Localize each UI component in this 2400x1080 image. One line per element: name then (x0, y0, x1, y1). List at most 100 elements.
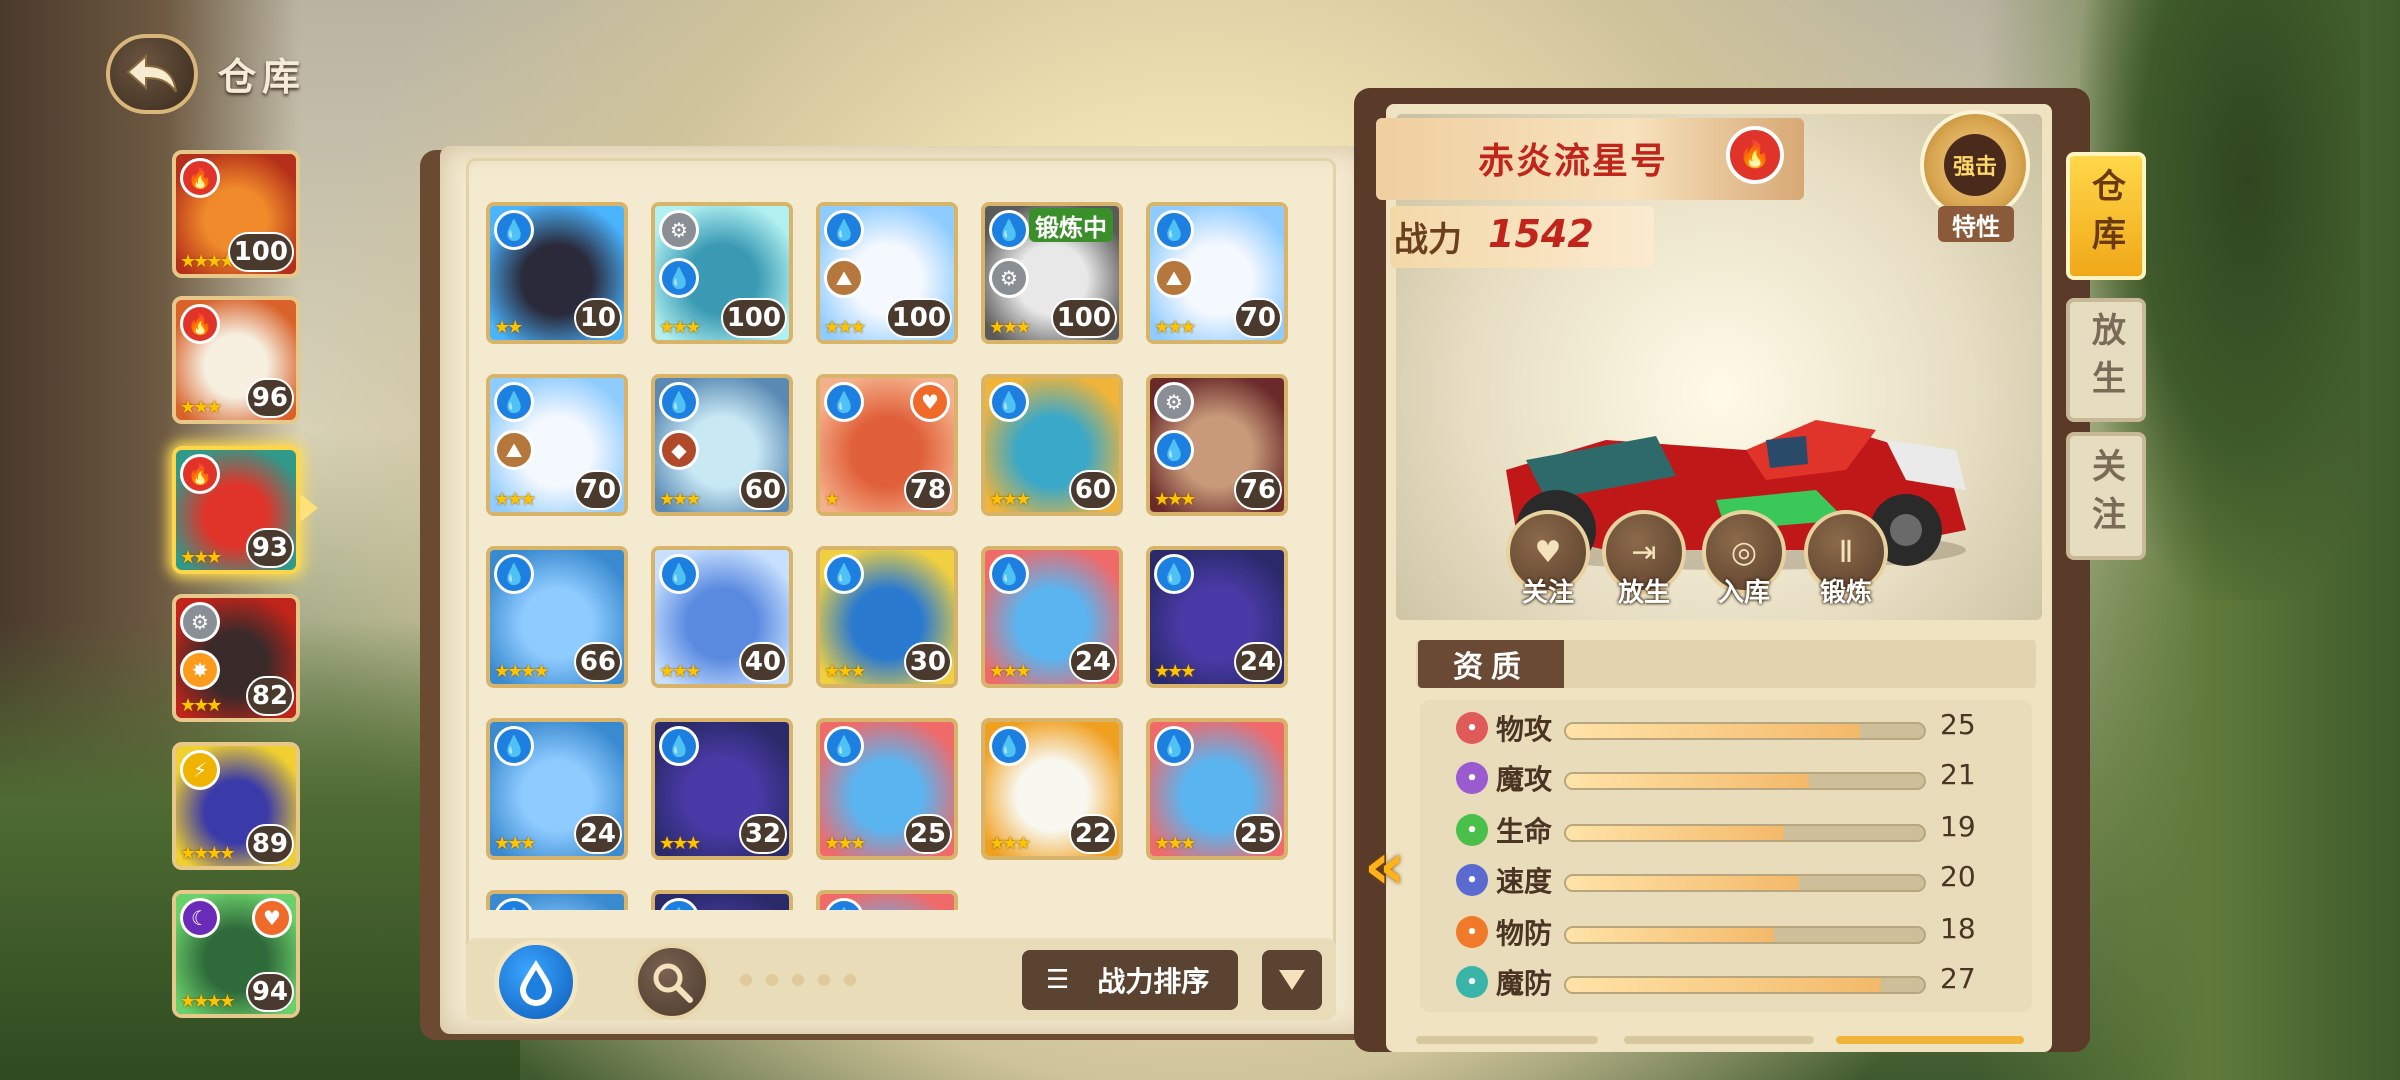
sort-button[interactable]: ☰ 战力排序 (1022, 950, 1238, 1010)
team-slot[interactable]: 🔥 ★★★ 93 (172, 446, 300, 574)
star-rating: ★★★ (1154, 661, 1196, 682)
storage-pet-card[interactable]: 💧 ★★ 10 (486, 202, 628, 344)
storage-pet-card[interactable]: 💧 (816, 890, 958, 910)
back-button[interactable] (106, 34, 198, 114)
sort-label: 战力排序 (1097, 965, 1210, 998)
water-element-icon: 💧 (824, 554, 864, 594)
level-badge: 66 (573, 642, 622, 682)
rock-element-icon: ◆ (659, 430, 699, 470)
search-button[interactable] (634, 944, 710, 1020)
storage-pet-card[interactable]: 💧 ◆ ★★★ 60 (651, 374, 793, 516)
fire-element-icon: 🔥 (1726, 126, 1784, 184)
storage-pet-card[interactable]: 💧 ⛰ ★★★ 70 (1146, 202, 1288, 344)
action-label: 关注 (1521, 578, 1574, 608)
water-element-icon: 💧 (1154, 210, 1194, 250)
water-element-icon: 💧 (1154, 430, 1194, 470)
star-rating: ★★★★ (180, 991, 236, 1012)
stat-name: 速度 (1496, 865, 1553, 898)
stat-bar-fill (1566, 774, 1810, 788)
level-badge: 30 (903, 642, 952, 682)
level-badge: 100 (227, 232, 294, 272)
level-badge: 24 (1068, 642, 1117, 682)
page-indicator (1624, 1036, 1814, 1044)
side-tab-0[interactable]: 仓库 (2066, 152, 2146, 280)
water-element-icon: 💧 (659, 382, 699, 422)
stat-bar-fill (1566, 826, 1785, 840)
sort-dropdown-button[interactable] (1262, 950, 1322, 1010)
storage-pet-card[interactable]: 💧 ★★★ 24 (981, 546, 1123, 688)
trait-badge[interactable]: 强击 (1920, 110, 2030, 220)
steel-element-icon: ⚙ (180, 602, 220, 642)
level-badge: 82 (245, 676, 294, 716)
side-tab-1[interactable]: 放生 (2066, 298, 2146, 422)
star-rating: ★★★ (180, 397, 222, 418)
stat-row-5: • 魔防 27 (1456, 962, 2016, 1002)
stat-bar (1564, 772, 1926, 790)
team-slot[interactable]: ☾ ♥ ★★★★ 94 (172, 890, 300, 1018)
stat-bar (1564, 722, 1926, 740)
heart-element-icon: ♥ (252, 898, 292, 938)
team-slot[interactable]: 🔥 ★★★★ 100 (172, 150, 300, 278)
storage-pet-card[interactable]: 💧 ⛰ ★★★ 100 (816, 202, 958, 344)
storage-pet-card[interactable]: 💧 ⛰ ★★★ 70 (486, 374, 628, 516)
stat-value: 21 (1940, 758, 1976, 791)
decorative-dots (740, 974, 1000, 986)
fire-element-icon: 🔥 (180, 304, 220, 344)
water-drop-icon (520, 960, 552, 1006)
star-rating: ★★★★ (494, 661, 550, 682)
storage-pet-card[interactable]: 💧 ★★★ 60 (981, 374, 1123, 516)
stat-bar-fill (1566, 876, 1799, 890)
heart-element-icon: ♥ (910, 382, 950, 422)
magic-icon: • (1456, 762, 1488, 794)
team-slot[interactable]: ⚡ ★★★★ 89 (172, 742, 300, 870)
side-tab-2[interactable]: 关注 (2066, 432, 2146, 560)
stat-row-0: • 物攻 25 (1456, 708, 2016, 748)
level-badge: 100 (885, 298, 952, 338)
storage-pet-card[interactable]: 💧 ⚙ 锻炼中 ★★★ 100 (981, 202, 1123, 344)
storage-grid[interactable]: 💧 ★★ 10 ⚙ 💧 ★★★ 100 💧 ⛰ ★★★ 100 💧 ⚙ 锻炼中 ★★★ 100 💧 ⛰ ★★★ 70 💧… (486, 202, 1306, 910)
stat-bar-fill (1566, 928, 1774, 942)
storage-pet-card[interactable]: 💧 ★★★ 24 (1146, 546, 1288, 688)
storage-pet-card[interactable]: 💧 ★★★ 24 (486, 718, 628, 860)
star-rating: ★★★ (1154, 317, 1196, 338)
stat-bar-fill (1566, 724, 1860, 738)
star-rating: ★★★ (659, 317, 701, 338)
storage-pet-card[interactable]: ⚙ 💧 ★★★ 76 (1146, 374, 1288, 516)
storage-pet-card[interactable]: 💧 ★★★ 40 (651, 546, 793, 688)
storage-pet-card[interactable]: 💧 ★★★ 25 (816, 718, 958, 860)
team-slot[interactable]: ⚙ ✸ ★★★ 82 (172, 594, 300, 722)
water-element-icon: 💧 (824, 210, 864, 250)
magic-shield-icon: • (1456, 966, 1488, 998)
storage-pet-card[interactable]: 💧 ★★★ 25 (1146, 718, 1288, 860)
level-badge: 89 (245, 824, 294, 864)
fire-element-icon: 🔥 (180, 158, 220, 198)
fire-element-icon: 🔥 (180, 454, 220, 494)
storage-pet-card[interactable]: 💧 ★★★★ 66 (486, 546, 628, 688)
water-element-icon: 💧 (494, 382, 534, 422)
speed-icon: • (1456, 864, 1488, 896)
steel-element-icon: ⚙ (1154, 382, 1194, 422)
star-rating: ★★★ (659, 833, 701, 854)
storage-pet-card[interactable]: 💧 (651, 890, 793, 910)
storage-pet-card[interactable]: ⚙ 💧 ★★★ 100 (651, 202, 793, 344)
storage-pet-card[interactable]: 💧 (486, 890, 628, 910)
storage-pet-card[interactable]: 💧 ★★★ 32 (651, 718, 793, 860)
action-label: 放生 (1617, 578, 1670, 608)
collapse-arrow-icon[interactable]: « (1364, 830, 1405, 904)
storage-pet-card[interactable]: 💧 ★★★ 30 (816, 546, 958, 688)
level-badge: 76 (1233, 470, 1282, 510)
stat-row-4: • 物防 18 (1456, 912, 2016, 952)
element-filter-button[interactable] (494, 940, 578, 1024)
power-label: 战力 (1394, 220, 1462, 260)
sword-icon: • (1456, 712, 1488, 744)
trait-name: 强击 (1944, 134, 2006, 196)
power-value: 1542 (1488, 212, 1594, 256)
storage-pet-card[interactable]: 💧 ★★★ 22 (981, 718, 1123, 860)
team-slot[interactable]: 🔥 ★★★ 96 (172, 296, 300, 424)
page-indicator (1416, 1036, 1598, 1044)
training-status-badge: 锻炼中 (1029, 208, 1113, 242)
storage-pet-card[interactable]: 💧 ♥ ★ 78 (816, 374, 958, 516)
stat-value: 20 (1940, 860, 1976, 893)
star-rating: ★★★ (180, 547, 222, 568)
trait-label[interactable]: 特性 (1938, 206, 2014, 242)
